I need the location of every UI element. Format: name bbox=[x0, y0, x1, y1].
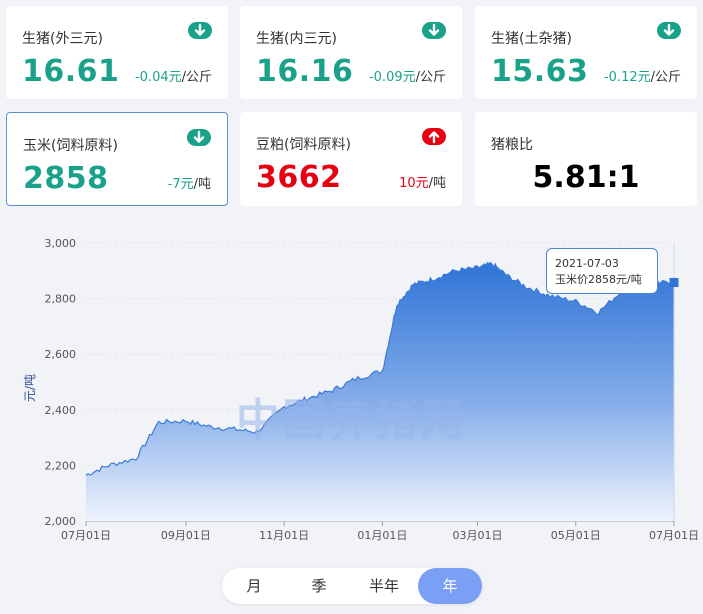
card-label: 玉米(饲料原料) bbox=[23, 138, 118, 154]
y-tick-label: 3,000 bbox=[45, 237, 77, 250]
down-arrow-icon bbox=[657, 22, 681, 39]
y-axis-label: 元/吨 bbox=[23, 374, 37, 402]
price-card-tuzazhu[interactable]: 生猪(土杂猪) 15.63 -0.12元/公斤 bbox=[475, 6, 697, 99]
watermark: 中国养猪网 bbox=[236, 395, 466, 446]
tab-half-year[interactable]: 半年 bbox=[352, 568, 416, 604]
card-change: -0.09元 bbox=[368, 70, 416, 85]
tab-quarter[interactable]: 季 bbox=[287, 568, 351, 604]
card-label: 生猪(外三元) bbox=[22, 31, 103, 47]
down-arrow-icon bbox=[422, 22, 446, 39]
hover-marker bbox=[669, 277, 679, 287]
y-tick-label: 2,000 bbox=[45, 515, 77, 528]
card-change: -0.04元 bbox=[134, 70, 182, 85]
card-value: 16.61 bbox=[22, 54, 120, 89]
card-change: -7元 bbox=[167, 177, 194, 192]
tab-month[interactable]: 月 bbox=[222, 568, 286, 604]
card-label: 生猪(土杂猪) bbox=[491, 31, 572, 47]
card-value: 3662 bbox=[256, 160, 342, 195]
card-unit: /公斤 bbox=[650, 70, 681, 85]
price-card-corn[interactable]: 玉米(饲料原料) 2858 -7元/吨 bbox=[6, 112, 228, 206]
up-arrow-icon bbox=[422, 128, 446, 145]
period-tabs: 月 季 半年 年 bbox=[222, 568, 482, 604]
card-change: -0.12元 bbox=[603, 70, 651, 85]
card-change: 10元 bbox=[399, 176, 429, 191]
y-tick-label: 2,400 bbox=[45, 404, 77, 417]
price-card-soymeal[interactable]: 豆粕(饲料原料) 3662 10元/吨 bbox=[240, 112, 462, 206]
card-value: 5.81:1 bbox=[532, 160, 640, 195]
down-arrow-icon bbox=[187, 129, 211, 146]
tooltip-date: 2021-07-03 bbox=[555, 257, 619, 270]
card-value: 2858 bbox=[23, 161, 109, 196]
price-card-hog-grain-ratio[interactable]: 猪粮比 5.81:1 bbox=[475, 112, 697, 206]
chart-tooltip: 2021-07-03 玉米价2858元/吨 bbox=[546, 248, 658, 294]
card-value: 16.16 bbox=[256, 54, 354, 89]
tooltip-text: 玉米价2858元/吨 bbox=[555, 273, 642, 286]
card-unit: /公斤 bbox=[181, 70, 212, 85]
y-tick-label: 2,200 bbox=[45, 459, 77, 472]
card-unit: /吨 bbox=[193, 177, 211, 192]
x-tick-label: 05月01日 bbox=[551, 529, 601, 542]
x-tick-label: 01月01日 bbox=[357, 529, 407, 542]
card-unit: /公斤 bbox=[415, 70, 446, 85]
x-tick-label: 11月01日 bbox=[259, 529, 309, 542]
card-label: 生猪(内三元) bbox=[256, 31, 337, 47]
card-label: 豆粕(饲料原料) bbox=[256, 137, 351, 153]
price-card-neisanyuan[interactable]: 生猪(内三元) 16.16 -0.09元/公斤 bbox=[240, 6, 462, 99]
x-tick-label: 07月01日 bbox=[61, 529, 111, 542]
price-card-waisanyuan[interactable]: 生猪(外三元) 16.61 -0.04元/公斤 bbox=[6, 6, 228, 99]
tab-year[interactable]: 年 bbox=[418, 568, 482, 604]
down-arrow-icon bbox=[188, 22, 212, 39]
y-tick-label: 2,800 bbox=[45, 293, 77, 306]
card-label: 猪粮比 bbox=[491, 137, 533, 153]
card-unit: /吨 bbox=[428, 176, 446, 191]
card-value: 15.63 bbox=[491, 54, 589, 89]
x-tick-label: 09月01日 bbox=[161, 529, 211, 542]
x-tick-label: 07月01日 bbox=[649, 529, 699, 542]
x-tick-label: 03月01日 bbox=[452, 529, 502, 542]
y-tick-label: 2,600 bbox=[45, 348, 77, 361]
